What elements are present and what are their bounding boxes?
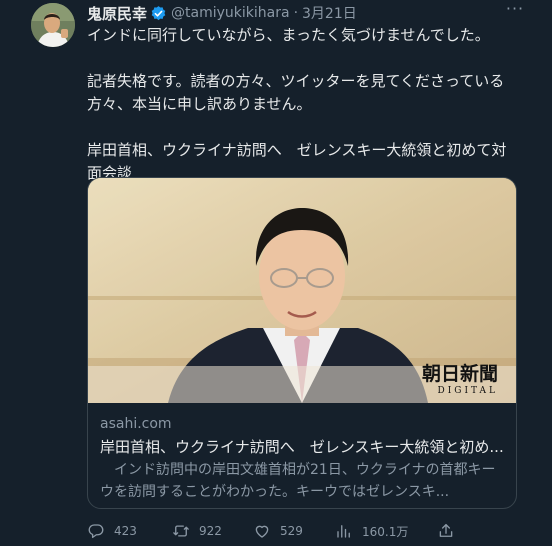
retweet-icon [173,525,189,537]
tweet[interactable]: 鬼原民幸 @tamiyukikihara · 3月21日 ··· インドに同行し… [0,0,552,546]
views-count: 160.1万 [362,524,409,539]
logo-main-text: 朝日新聞 [421,363,498,385]
verified-badge-icon [150,5,167,22]
newspaper-logo: 朝日新聞 DIGITAL [398,363,498,401]
separator-dot: · [293,5,299,21]
card-description: インド訪問中の岸田文雄首相が21日、ウクライナの首都キーウを訪問することがわかっ… [100,462,496,500]
tweet-line-2: 記者失格です。読者の方々、ツイッターを見てくださっている方々、本当に申し訳ありま… [87,72,505,113]
tweet-line-1: インドに同行していながら、まったく気づけませんでした。 [87,26,490,44]
reply-icon [88,524,104,539]
tweet-text: インドに同行していながら、まったく気づけませんでした。 記者失格です。読者の方々… [87,24,517,185]
author-name[interactable]: 鬼原民幸 [87,3,147,24]
author-handle[interactable]: @tamiyukikihara [171,5,290,21]
action-bar: 423 922 529 160.1万 [87,520,517,542]
tweet-header: 鬼原民幸 @tamiyukikihara · 3月21日 [87,2,357,24]
avatar[interactable] [31,3,75,47]
retweet-button[interactable]: 922 [172,520,222,542]
reply-count: 423 [114,524,137,538]
link-card[interactable]: 朝日新聞 DIGITAL asahi.com 岸田首相、ウクライナ訪問へ ゼレン… [87,177,517,509]
retweet-count: 922 [199,524,222,538]
like-button[interactable]: 529 [253,520,303,542]
reply-button[interactable]: 423 [87,520,137,542]
like-icon [255,525,269,538]
more-icon[interactable]: ··· [504,1,526,20]
share-icon [439,523,453,537]
tweet-date[interactable]: 3月21日 [302,3,357,23]
card-domain: asahi.com [100,416,172,432]
share-button[interactable] [437,520,464,542]
views-button[interactable]: 160.1万 [335,520,408,542]
card-image[interactable]: 朝日新聞 DIGITAL [88,178,516,403]
avatar-photo [31,3,75,47]
like-count: 529 [280,524,303,538]
card-title[interactable]: 岸田首相、ウクライナ訪問へ ゼレンスキー大統領と初め... [100,436,506,457]
logo-sub-text: DIGITAL [437,386,498,396]
views-icon [337,525,350,538]
